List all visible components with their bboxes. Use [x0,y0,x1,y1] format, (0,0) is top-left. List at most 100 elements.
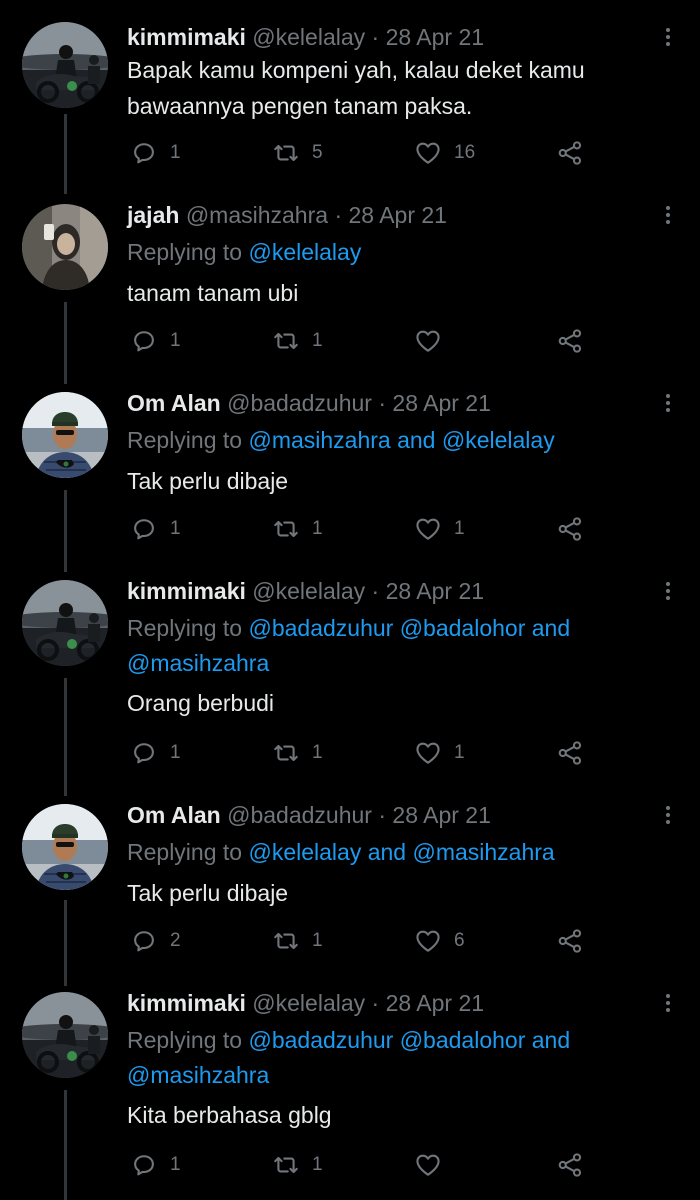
tweet-text: Orang berbudi [127,690,275,716]
replying-to: Replying to @badadzuhur @badalohor and [127,1023,570,1057]
retweet-button[interactable]: 1 [272,926,323,956]
avatar[interactable] [22,580,108,666]
share-icon [556,927,584,955]
reply-button[interactable]: 1 [130,138,181,168]
reply-icon [130,327,158,355]
reply-icon [130,739,158,767]
tweet-text: Kita berbahasa gblg [127,1102,332,1128]
heart-icon [414,1151,442,1179]
username[interactable]: @kelelalay [252,24,365,50]
more-icon[interactable] [658,992,678,1016]
avatar[interactable] [22,204,108,290]
mention-link[interactable]: @kelelalay [248,239,361,265]
display-name[interactable]: Om Alan [127,390,221,416]
like-count: 6 [454,930,465,951]
tweet[interactable]: jajah @masihzahra · 28 Apr 21 Replying t… [0,200,700,370]
avatar[interactable] [22,22,108,108]
like-button[interactable]: 1 [414,514,465,544]
tweet[interactable]: Om Alan @badadzuhur · 28 Apr 21 Replying… [0,388,700,558]
retweet-count: 1 [312,1154,323,1175]
avatar[interactable] [22,804,108,890]
mention-link[interactable]: @masihzahra and @kelelalay [248,427,554,453]
more-icon[interactable] [658,26,678,50]
heart-icon [414,927,442,955]
separator: · [334,202,343,228]
mention-link[interactable]: @badadzuhur @badalohor and [248,1027,570,1053]
retweet-button[interactable]: 1 [272,514,323,544]
username[interactable]: @masihzahra [186,202,328,228]
like-count: 1 [454,518,465,539]
retweet-button[interactable]: 1 [272,738,323,768]
more-icon[interactable] [658,804,678,828]
retweet-count: 5 [312,142,323,163]
like-button[interactable]: 6 [414,926,465,956]
reply-count: 1 [170,742,181,763]
replying-prefix: Replying to [127,1027,249,1053]
timestamp[interactable]: 28 Apr 21 [386,990,484,1016]
retweet-count: 1 [312,330,323,351]
share-icon [556,739,584,767]
share-button[interactable] [556,138,584,168]
display-name[interactable]: kimmimaki [127,990,246,1016]
reply-button[interactable]: 2 [130,926,181,956]
more-icon[interactable] [658,392,678,416]
reply-button[interactable]: 1 [130,514,181,544]
reply-button[interactable]: 1 [130,738,181,768]
retweet-button[interactable]: 1 [272,1150,323,1180]
more-icon[interactable] [658,580,678,604]
username[interactable]: @kelelalay [252,990,365,1016]
timestamp[interactable]: 28 Apr 21 [392,802,490,828]
mention-link[interactable]: @masihzahra [127,646,269,680]
share-button[interactable] [556,926,584,956]
retweet-count: 1 [312,930,323,951]
retweet-icon [272,927,300,955]
retweet-icon [272,1151,300,1179]
tweet-text: bawaannya pengen tanam paksa. [127,93,473,119]
tweet-header: kimmimaki @kelelalay · 28 Apr 21 [127,988,484,1018]
like-button[interactable]: 16 [414,138,475,168]
display-name[interactable]: Om Alan [127,802,221,828]
like-button[interactable] [414,1150,454,1180]
share-button[interactable] [556,326,584,356]
reply-icon [130,139,158,167]
share-icon [556,515,584,543]
reply-icon [130,1151,158,1179]
avatar[interactable] [22,392,108,478]
display-name[interactable]: kimmimaki [127,24,246,50]
tweet-header: kimmimaki @kelelalay · 28 Apr 21 [127,22,484,52]
mention-link[interactable]: @masihzahra [127,1058,269,1092]
tweet-header: Om Alan @badadzuhur · 28 Apr 21 [127,388,491,418]
heart-icon [414,139,442,167]
display-name[interactable]: kimmimaki [127,578,246,604]
reply-button[interactable]: 1 [130,326,181,356]
retweet-button[interactable]: 5 [272,138,323,168]
share-button[interactable] [556,1150,584,1180]
share-icon [556,139,584,167]
retweet-icon [272,327,300,355]
username[interactable]: @badadzuhur [227,802,372,828]
mention-link[interactable]: @kelelalay and @masihzahra [248,839,554,865]
tweet-header: jajah @masihzahra · 28 Apr 21 [127,200,447,230]
username[interactable]: @badadzuhur [227,390,372,416]
share-button[interactable] [556,514,584,544]
tweet[interactable]: kimmimaki @kelelalay · 28 Apr 21 Bapak k… [0,22,700,182]
timestamp[interactable]: 28 Apr 21 [386,578,484,604]
timestamp[interactable]: 28 Apr 21 [386,24,484,50]
timestamp[interactable]: 28 Apr 21 [349,202,447,228]
avatar[interactable] [22,992,108,1078]
timestamp[interactable]: 28 Apr 21 [392,390,490,416]
username[interactable]: @kelelalay [252,578,365,604]
like-button[interactable]: 1 [414,738,465,768]
reply-button[interactable]: 1 [130,1150,181,1180]
retweet-button[interactable]: 1 [272,326,323,356]
tweet[interactable]: kimmimaki @kelelalay · 28 Apr 21 Replyin… [0,988,700,1198]
display-name[interactable]: jajah [127,202,179,228]
mention-link[interactable]: @badadzuhur @badalohor and [248,615,570,641]
more-icon[interactable] [658,204,678,228]
tweet-text: Tak perlu dibaje [127,468,289,494]
tweet[interactable]: kimmimaki @kelelalay · 28 Apr 21 Replyin… [0,576,700,776]
share-button[interactable] [556,738,584,768]
tweet[interactable]: Om Alan @badadzuhur · 28 Apr 21 Replying… [0,800,700,970]
like-button[interactable] [414,326,454,356]
replying-to: Replying to @kelelalay and @masihzahra [127,835,555,869]
